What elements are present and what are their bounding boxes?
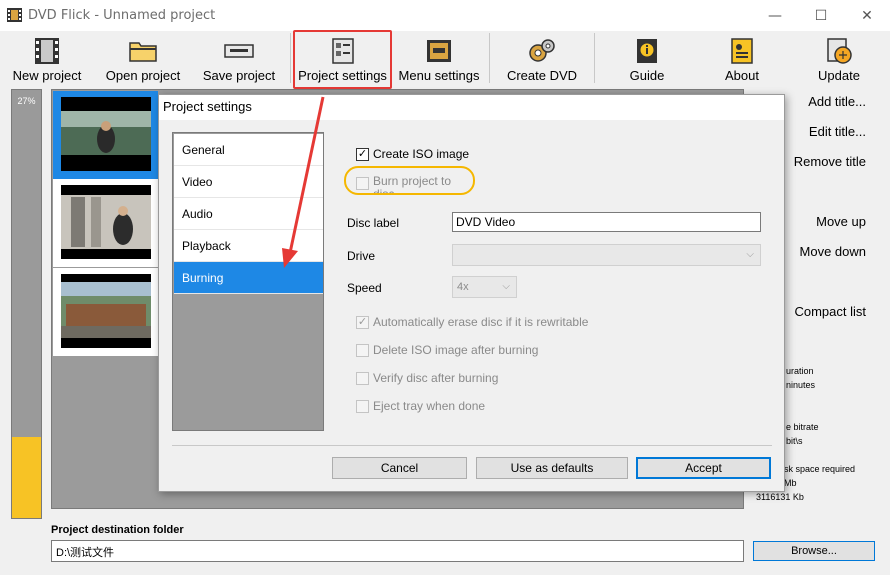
film-app-icon	[7, 8, 22, 22]
nav-item-playback[interactable]: Playback	[174, 230, 323, 262]
stat-duration-value: ninutes	[786, 380, 816, 390]
create-iso-row[interactable]: ✓ Create ISO image	[356, 147, 469, 161]
move-down-button[interactable]: Move down	[800, 244, 866, 259]
new-project-button[interactable]: New project	[4, 31, 90, 87]
about-info-icon	[731, 38, 753, 64]
nav-item-video[interactable]: Video	[174, 166, 323, 198]
stat-duration-label: uration	[786, 366, 814, 376]
remove-title-button[interactable]: Remove title	[794, 154, 866, 169]
create-iso-label: Create ISO image	[373, 147, 470, 161]
menu-settings-button[interactable]: Menu settings	[395, 31, 483, 87]
verify-disc-checkbox[interactable]	[356, 371, 369, 385]
disc-usage-percent: 27%	[17, 96, 36, 106]
settings-nav: General Video Audio Playback Burning	[172, 132, 324, 431]
stat-space-label: sk space required	[784, 464, 856, 474]
film-icon	[35, 38, 59, 64]
create-dvd-label: Create DVD	[506, 68, 578, 83]
destination-folder-label: Project destination folder	[51, 524, 184, 536]
menu-settings-label: Menu settings	[398, 68, 480, 83]
open-project-button[interactable]: Open project	[100, 31, 186, 87]
nav-item-general[interactable]: General	[174, 134, 323, 166]
add-title-button[interactable]: Add title...	[808, 94, 866, 109]
disc-usage-bar: 27%	[11, 89, 42, 519]
window-titlebar: DVD Flick - Unnamed project — ☐ ✕	[0, 0, 890, 31]
save-project-label: Save project	[202, 68, 276, 83]
toolbar-separator	[489, 33, 490, 83]
disc-label-input[interactable]: DVD Video	[452, 212, 761, 232]
title-item[interactable]	[53, 179, 158, 267]
update-button[interactable]: Update	[800, 31, 878, 87]
save-drive-icon	[224, 44, 254, 58]
video-thumbnail	[61, 97, 151, 171]
nav-item-burning[interactable]: Burning	[174, 262, 323, 294]
dialog-title: Project settings	[159, 95, 784, 120]
chevron-down-icon: ⌵	[746, 249, 754, 260]
project-settings-dialog: Project settings General Video Audio Pla…	[158, 94, 785, 492]
speed-select[interactable]: 4x ⌵	[452, 276, 517, 298]
update-globe-icon	[827, 38, 852, 64]
minimize-button[interactable]: —	[752, 0, 798, 31]
close-button[interactable]: ✕	[844, 0, 890, 31]
auto-erase-checkbox[interactable]: ✓	[356, 315, 369, 329]
destination-folder-input[interactable]: D:\测试文件	[51, 540, 744, 562]
maximize-button[interactable]: ☐	[798, 0, 844, 31]
open-project-label: Open project	[105, 68, 181, 83]
title-item[interactable]	[53, 91, 158, 179]
stat-space-kb: 3116131 Kb	[756, 492, 804, 502]
use-as-defaults-button[interactable]: Use as defaults	[476, 457, 628, 479]
cancel-button[interactable]: Cancel	[332, 457, 467, 479]
delete-iso-checkbox[interactable]	[356, 343, 369, 357]
dialog-separator	[172, 445, 772, 446]
about-label: About	[725, 68, 759, 83]
title-item[interactable]	[53, 268, 158, 356]
speed-value: 4x	[457, 281, 469, 293]
auto-erase-label: Automatically erase disc if it is rewrit…	[373, 315, 589, 329]
guide-button[interactable]: Guide	[607, 31, 687, 87]
new-project-label: New project	[12, 68, 82, 83]
edit-title-button[interactable]: Edit title...	[809, 124, 866, 139]
eject-tray-checkbox[interactable]	[356, 399, 369, 413]
toolbar-separator	[594, 33, 595, 83]
move-up-button[interactable]: Move up	[816, 214, 866, 229]
disc-usage-fill	[12, 436, 41, 518]
toolbar-separator	[290, 33, 291, 83]
stat-space-value: Mb	[784, 478, 797, 488]
create-iso-checkbox[interactable]: ✓	[356, 147, 369, 161]
nav-item-audio[interactable]: Audio	[174, 198, 323, 230]
main-toolbar: New project Open project Save project Pr…	[0, 31, 890, 88]
verify-disc-row[interactable]: Verify disc after burning	[356, 371, 498, 385]
video-thumbnail	[61, 185, 151, 259]
speed-label: Speed	[347, 281, 382, 295]
guide-book-icon	[637, 39, 657, 63]
accept-button[interactable]: Accept	[636, 457, 771, 479]
burn-option-highlight	[344, 166, 475, 195]
auto-erase-row[interactable]: ✓ Automatically erase disc if it is rewr…	[356, 315, 588, 329]
verify-disc-label: Verify disc after burning	[373, 371, 499, 385]
eject-tray-label: Eject tray when done	[373, 399, 486, 413]
window-title: DVD Flick - Unnamed project	[28, 8, 216, 23]
browse-button[interactable]: Browse...	[753, 541, 875, 561]
project-settings-highlight	[293, 30, 392, 89]
update-label: Update	[818, 68, 860, 83]
stat-bitrate-label: e bitrate	[786, 422, 819, 432]
about-button[interactable]: About	[702, 31, 782, 87]
compact-list-button[interactable]: Compact list	[794, 304, 866, 319]
gears-icon	[529, 39, 555, 62]
guide-label: Guide	[629, 68, 665, 83]
menu-screen-icon	[427, 40, 451, 62]
video-thumbnail	[61, 274, 151, 348]
disc-label-label: Disc label	[347, 216, 400, 230]
stat-bitrate-value: bit\s	[786, 436, 803, 446]
folder-icon	[129, 42, 157, 62]
delete-iso-label: Delete ISO image after burning	[373, 343, 539, 357]
drive-label: Drive	[347, 249, 376, 263]
eject-tray-row[interactable]: Eject tray when done	[356, 399, 485, 413]
chevron-down-icon: ⌵	[502, 281, 510, 292]
save-project-button[interactable]: Save project	[196, 31, 282, 87]
create-dvd-button[interactable]: Create DVD	[498, 31, 586, 87]
delete-iso-row[interactable]: Delete ISO image after burning	[356, 343, 538, 357]
drive-select[interactable]: ⌵	[452, 244, 761, 266]
